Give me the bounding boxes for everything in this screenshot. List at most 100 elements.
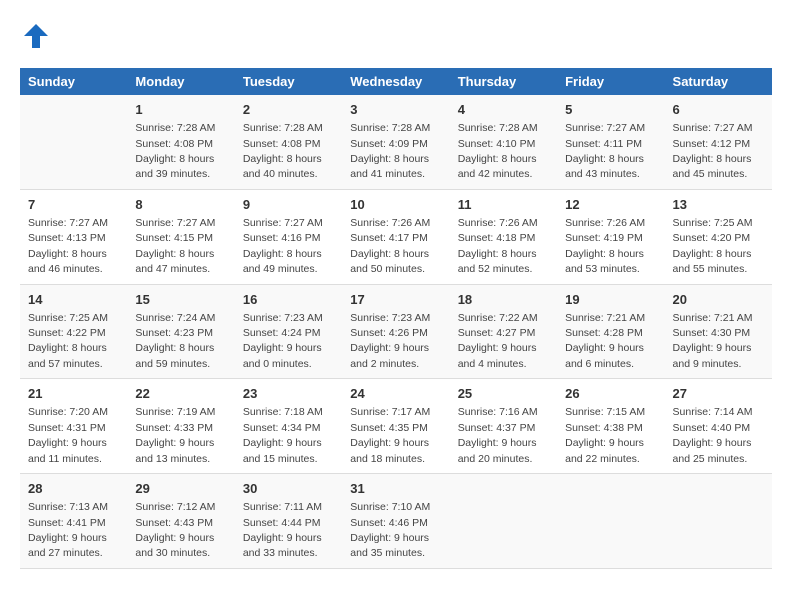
daylight-hours: Daylight: 9 hours and 18 minutes. xyxy=(350,437,429,464)
daylight-hours: Daylight: 8 hours and 40 minutes. xyxy=(243,153,322,180)
calendar-cell: 12Sunrise: 7:26 AMSunset: 4:19 PMDayligh… xyxy=(557,189,664,284)
day-number: 21 xyxy=(28,385,119,403)
calendar-cell xyxy=(665,474,772,569)
daylight-hours: Daylight: 8 hours and 47 minutes. xyxy=(135,248,214,275)
calendar-cell: 27Sunrise: 7:14 AMSunset: 4:40 PMDayligh… xyxy=(665,379,772,474)
sunrise-time: Sunrise: 7:11 AM xyxy=(243,501,322,513)
calendar-row: 28Sunrise: 7:13 AMSunset: 4:41 PMDayligh… xyxy=(20,474,772,569)
sunset-time: Sunset: 4:22 PM xyxy=(28,327,106,339)
sunset-time: Sunset: 4:37 PM xyxy=(458,422,536,434)
day-number: 3 xyxy=(350,101,441,119)
daylight-hours: Daylight: 9 hours and 27 minutes. xyxy=(28,532,107,559)
calendar-cell: 6Sunrise: 7:27 AMSunset: 4:12 PMDaylight… xyxy=(665,95,772,189)
day-number: 7 xyxy=(28,196,119,214)
day-number: 18 xyxy=(458,291,549,309)
sunrise-time: Sunrise: 7:28 AM xyxy=(458,122,538,134)
calendar-body: 1Sunrise: 7:28 AMSunset: 4:08 PMDaylight… xyxy=(20,95,772,568)
day-number: 30 xyxy=(243,480,334,498)
daylight-hours: Daylight: 9 hours and 4 minutes. xyxy=(458,342,537,369)
calendar-cell: 9 Sunrise: 7:27 AM Sunset: 4:16 PM Daylight… xyxy=(235,189,342,284)
daylight-hours: Daylight: 8 hours and 59 minutes. xyxy=(135,342,214,369)
calendar-cell: 14Sunrise: 7:25 AMSunset: 4:22 PMDayligh… xyxy=(20,284,127,379)
sunrise-time: Sunrise: 7:10 AM xyxy=(350,501,430,513)
day-number: 4 xyxy=(458,101,549,119)
daylight-hours: Daylight: 8 hours and 42 minutes. xyxy=(458,153,537,180)
calendar-cell: 4Sunrise: 7:28 AMSunset: 4:10 PMDaylight… xyxy=(450,95,557,189)
sunrise-time: Sunrise: 7:26 AM xyxy=(458,217,538,229)
sunrise-time: Sunrise: 7:22 AM xyxy=(458,312,538,324)
calendar-cell: 13Sunrise: 7:25 AMSunset: 4:20 PMDayligh… xyxy=(665,189,772,284)
day-number: 29 xyxy=(135,480,226,498)
calendar-cell: 10Sunrise: 7:26 AMSunset: 4:17 PMDayligh… xyxy=(342,189,449,284)
sunset-time: Sunset: 4:28 PM xyxy=(565,327,643,339)
sunset-time: Sunset: 4:44 PM xyxy=(243,517,321,529)
calendar-cell: 16Sunrise: 7:23 AMSunset: 4:24 PMDayligh… xyxy=(235,284,342,379)
day-number: 11 xyxy=(458,196,549,214)
sunrise-time: Sunrise: 7:23 AM xyxy=(243,312,323,324)
sunrise-time: Sunrise: 7:16 AM xyxy=(458,406,538,418)
daylight-hours: Daylight: 9 hours and 35 minutes. xyxy=(350,532,429,559)
calendar-cell: 8Sunrise: 7:27 AMSunset: 4:15 PMDaylight… xyxy=(127,189,234,284)
day-number: 9 xyxy=(243,196,334,214)
calendar-cell: 15Sunrise: 7:24 AMSunset: 4:23 PMDayligh… xyxy=(127,284,234,379)
logo xyxy=(20,20,56,52)
column-header-saturday: Saturday xyxy=(665,68,772,95)
daylight-hours: Daylight: 8 hours and 39 minutes. xyxy=(135,153,214,180)
sunset-time: Sunset: 4:26 PM xyxy=(350,327,428,339)
sunset-time: Sunset: 4:09 PM xyxy=(350,138,428,150)
column-header-tuesday: Tuesday xyxy=(235,68,342,95)
calendar-cell: 30Sunrise: 7:11 AMSunset: 4:44 PMDayligh… xyxy=(235,474,342,569)
sunset-time: Sunset: 4:35 PM xyxy=(350,422,428,434)
calendar-table: SundayMondayTuesdayWednesdayThursdayFrid… xyxy=(20,68,772,569)
sunset-time: Sunset: 4:23 PM xyxy=(135,327,213,339)
calendar-cell: 31Sunrise: 7:10 AMSunset: 4:46 PMDayligh… xyxy=(342,474,449,569)
calendar-cell: 24Sunrise: 7:17 AMSunset: 4:35 PMDayligh… xyxy=(342,379,449,474)
sunset-time: Sunset: 4:16 PM xyxy=(243,232,321,244)
sunrise-time: Sunrise: 7:27 AM xyxy=(243,217,323,229)
day-number: 5 xyxy=(565,101,656,119)
daylight-hours: Daylight: 8 hours and 49 minutes. xyxy=(243,248,322,275)
sunrise-time: Sunrise: 7:12 AM xyxy=(135,501,215,513)
sunset-time: Sunset: 4:43 PM xyxy=(135,517,213,529)
daylight-hours: Daylight: 8 hours and 53 minutes. xyxy=(565,248,644,275)
sunset-time: Sunset: 4:27 PM xyxy=(458,327,536,339)
day-number: 19 xyxy=(565,291,656,309)
calendar-cell: 18 Sunrise: 7:22 AM Sunset: 4:27 PM Dayligh… xyxy=(450,284,557,379)
sunset-time: Sunset: 4:19 PM xyxy=(565,232,643,244)
sunrise-time: Sunrise: 7:21 AM xyxy=(565,312,645,324)
day-number: 31 xyxy=(350,480,441,498)
sunset-time: Sunset: 4:18 PM xyxy=(458,232,536,244)
daylight-hours: Daylight: 9 hours and 22 minutes. xyxy=(565,437,644,464)
day-number: 6 xyxy=(673,101,764,119)
daylight-hours: Daylight: 8 hours and 43 minutes. xyxy=(565,153,644,180)
calendar-cell: 7Sunrise: 7:27 AMSunset: 4:13 PMDaylight… xyxy=(20,189,127,284)
calendar-row: 14Sunrise: 7:25 AMSunset: 4:22 PMDayligh… xyxy=(20,284,772,379)
sunset-time: Sunset: 4:31 PM xyxy=(28,422,106,434)
calendar-header: SundayMondayTuesdayWednesdayThursdayFrid… xyxy=(20,68,772,95)
day-number: 25 xyxy=(458,385,549,403)
sunset-time: Sunset: 4:30 PM xyxy=(673,327,751,339)
sunset-time: Sunset: 4:08 PM xyxy=(135,138,213,150)
sunset-time: Sunset: 4:41 PM xyxy=(28,517,106,529)
day-number: 26 xyxy=(565,385,656,403)
day-number: 8 xyxy=(135,196,226,214)
sunset-time: Sunset: 4:11 PM xyxy=(565,138,642,150)
day-number: 13 xyxy=(673,196,764,214)
day-number: 14 xyxy=(28,291,119,309)
day-number: 27 xyxy=(673,385,764,403)
sunrise-time: Sunrise: 7:14 AM xyxy=(673,406,753,418)
sunrise-time: Sunrise: 7:18 AM xyxy=(243,406,323,418)
sunrise-time: Sunrise: 7:27 AM xyxy=(28,217,108,229)
daylight-hours: Daylight: 9 hours and 6 minutes. xyxy=(565,342,644,369)
day-number: 15 xyxy=(135,291,226,309)
sunrise-time: Sunrise: 7:27 AM xyxy=(565,122,645,134)
daylight-hours: Daylight: 8 hours and 45 minutes. xyxy=(673,153,752,180)
sunrise-time: Sunrise: 7:28 AM xyxy=(135,122,215,134)
page-header xyxy=(20,20,772,52)
calendar-row: 1Sunrise: 7:28 AMSunset: 4:08 PMDaylight… xyxy=(20,95,772,189)
sunrise-time: Sunrise: 7:28 AM xyxy=(350,122,430,134)
daylight-hours: Daylight: 9 hours and 30 minutes. xyxy=(135,532,214,559)
sunset-time: Sunset: 4:13 PM xyxy=(28,232,106,244)
daylight-hours: Daylight: 8 hours and 41 minutes. xyxy=(350,153,429,180)
sunset-time: Sunset: 4:12 PM xyxy=(673,138,751,150)
